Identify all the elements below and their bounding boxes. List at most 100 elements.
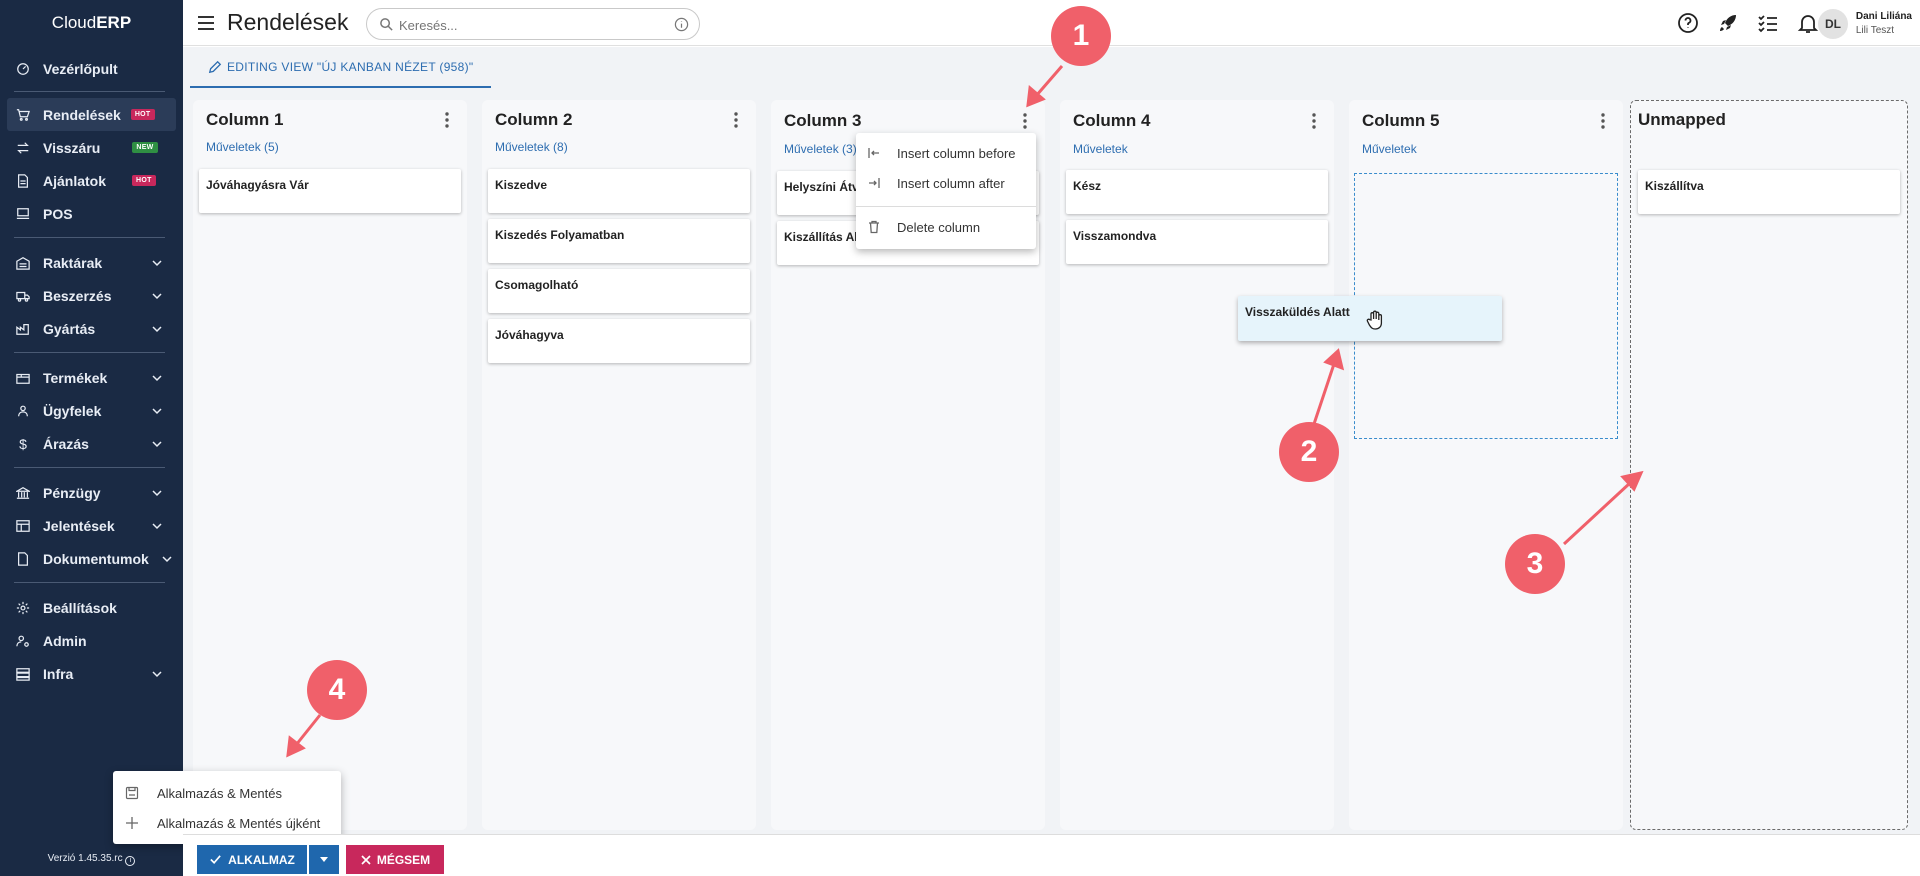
more-vertical-icon[interactable]: [1015, 110, 1035, 132]
column-actions-link[interactable]: Műveletek (3): [784, 142, 857, 156]
sidebar-item-returns[interactable]: Visszáru NEW: [0, 131, 183, 164]
sidebar-item-admin[interactable]: Admin: [0, 624, 183, 657]
sidebar-item-orders[interactable]: Rendelések HOT: [7, 98, 176, 131]
caret-down-icon: [320, 856, 328, 862]
callout-3: 3: [1505, 534, 1565, 594]
sidebar-item-label: Raktárak: [43, 254, 103, 271]
sidebar-item-reports[interactable]: Jelentések: [0, 509, 183, 542]
truck-icon: [16, 289, 30, 303]
more-vertical-icon[interactable]: [437, 109, 457, 131]
sidebar-item-manufacturing[interactable]: Gyártás: [0, 312, 183, 345]
info-icon[interactable]: i: [125, 856, 136, 866]
sidebar-item-label: Vezérlőpult: [43, 60, 118, 77]
chevron-down-icon[interactable]: [151, 520, 163, 532]
insert-before-icon: [868, 148, 879, 158]
column-actions-link[interactable]: Műveletek: [1073, 142, 1128, 156]
avatar[interactable]: DL: [1818, 9, 1848, 39]
sidebar-item-label: Beállítások: [43, 599, 117, 616]
apply-button[interactable]: ALKALMAZ: [197, 845, 307, 874]
kanban-column: Column 5 Műveletek: [1349, 100, 1623, 830]
brand-suffix: ERP: [96, 13, 132, 32]
sidebar-divider: [14, 467, 165, 468]
sidebar-item-label: Visszáru: [43, 139, 101, 156]
sidebar-item-label: Termékek: [43, 369, 108, 386]
box-icon: [16, 371, 30, 385]
insert-column-before-item[interactable]: Insert column before: [856, 139, 1036, 167]
search-box[interactable]: [366, 8, 700, 40]
chevron-down-icon[interactable]: [151, 487, 163, 499]
chevron-down-icon[interactable]: [161, 553, 173, 565]
more-vertical-icon[interactable]: [1593, 110, 1613, 132]
sidebar-item-documents[interactable]: Dokumentumok: [0, 542, 183, 575]
kanban-card[interactable]: Csomagolható: [488, 269, 750, 313]
sidebar-item-dashboard[interactable]: Vezérlőpult: [0, 52, 183, 85]
apply-and-save-item[interactable]: Alkalmazás & Mentés: [113, 779, 341, 807]
sidebar-item-warehouses[interactable]: Raktárak: [0, 246, 183, 279]
column-title: Column 1: [206, 110, 284, 129]
sidebar-item-pricing[interactable]: $ Árazás: [0, 427, 183, 460]
more-vertical-icon[interactable]: [1304, 110, 1324, 132]
sidebar-item-finance[interactable]: Pénzügy: [0, 476, 183, 509]
chevron-down-icon[interactable]: [151, 405, 163, 417]
rocket-icon[interactable]: [1716, 11, 1740, 35]
checklist-icon[interactable]: [1756, 11, 1780, 35]
sidebar-item-procurement[interactable]: Beszerzés: [0, 279, 183, 312]
user-info[interactable]: Dani Liliána Lili Teszt: [1856, 10, 1912, 38]
kanban-card[interactable]: Kiszállítva: [1638, 170, 1900, 214]
sidebar-item-customers[interactable]: Ügyfelek: [0, 394, 183, 427]
dollar-icon: $: [19, 435, 27, 452]
kanban-card[interactable]: Jóváhagyva: [488, 319, 750, 363]
sidebar-item-quotes[interactable]: Ajánlatok HOT: [0, 164, 183, 197]
callout-4: 4: [307, 660, 367, 720]
kanban-card[interactable]: Visszamondva: [1066, 220, 1328, 264]
kanban-card[interactable]: Kiszedve: [488, 169, 750, 213]
gear-icon: [16, 601, 30, 615]
info-icon[interactable]: [674, 17, 689, 32]
server-icon: [16, 667, 30, 681]
chevron-down-icon[interactable]: [151, 372, 163, 384]
tab-editing-view[interactable]: EDITING VIEW "ÚJ KANBAN NÉZET (958)": [190, 47, 492, 88]
chevron-down-icon[interactable]: [151, 323, 163, 335]
apply-dropdown-toggle[interactable]: [309, 845, 339, 874]
help-icon[interactable]: [1676, 11, 1700, 35]
delete-column-item[interactable]: Delete column: [856, 213, 1036, 241]
chevron-down-icon[interactable]: [151, 290, 163, 302]
brand-logo[interactable]: Cloud ERP: [0, 0, 183, 46]
user-role: Lili Teszt: [1855, 25, 1895, 36]
chevron-down-icon[interactable]: [151, 668, 163, 680]
column-actions-link[interactable]: Műveletek (5): [206, 140, 279, 154]
kanban-card[interactable]: Jóváhagyásra Vár: [199, 169, 461, 213]
kanban-card[interactable]: Kiszedés Folyamatban: [488, 219, 750, 263]
insert-after-icon: [869, 178, 880, 188]
sidebar-item-label: Ügyfelek: [43, 402, 102, 419]
sidebar-item-products[interactable]: Termékek: [0, 361, 183, 394]
bottom-action-bar: ALKALMAZ MÉGSEM: [183, 834, 1920, 876]
sidebar-item-label: Pénzügy: [43, 484, 101, 501]
insert-column-after-item[interactable]: Insert column after: [856, 169, 1036, 197]
apply-and-save-as-new-item[interactable]: Alkalmazás & Mentés újként: [113, 809, 341, 837]
callout-2: 2: [1279, 422, 1339, 482]
bell-icon[interactable]: [1796, 11, 1820, 35]
chevron-down-icon[interactable]: [151, 438, 163, 450]
warehouse-icon: [16, 256, 30, 270]
chevron-down-icon[interactable]: [151, 257, 163, 269]
column-title: Unmapped: [1638, 110, 1726, 129]
unmapped-column[interactable]: Unmapped Kiszállítva: [1630, 100, 1908, 830]
cancel-button[interactable]: MÉGSEM: [346, 845, 444, 874]
more-vertical-icon[interactable]: [726, 109, 746, 131]
column-actions-link[interactable]: Műveletek (8): [495, 140, 568, 154]
bank-icon: [16, 486, 30, 500]
sidebar-item-pos[interactable]: POS: [0, 197, 183, 230]
kanban-card[interactable]: Kész: [1066, 170, 1328, 214]
sidebar-item-label: Rendelések: [43, 106, 121, 123]
hamburger-menu-icon[interactable]: [195, 12, 217, 34]
save-icon: [125, 786, 139, 800]
search-input[interactable]: [399, 15, 649, 35]
sidebar-item-settings[interactable]: Beállítások: [0, 591, 183, 624]
sidebar-item-label: Dokumentumok: [43, 550, 149, 567]
column-title: Column 4: [1073, 111, 1151, 130]
sidebar-item-infra[interactable]: Infra: [0, 657, 183, 690]
column-actions-link[interactable]: Műveletek: [1362, 142, 1417, 156]
sidebar-item-label: POS: [43, 205, 73, 222]
hot-badge: HOT: [132, 175, 156, 186]
